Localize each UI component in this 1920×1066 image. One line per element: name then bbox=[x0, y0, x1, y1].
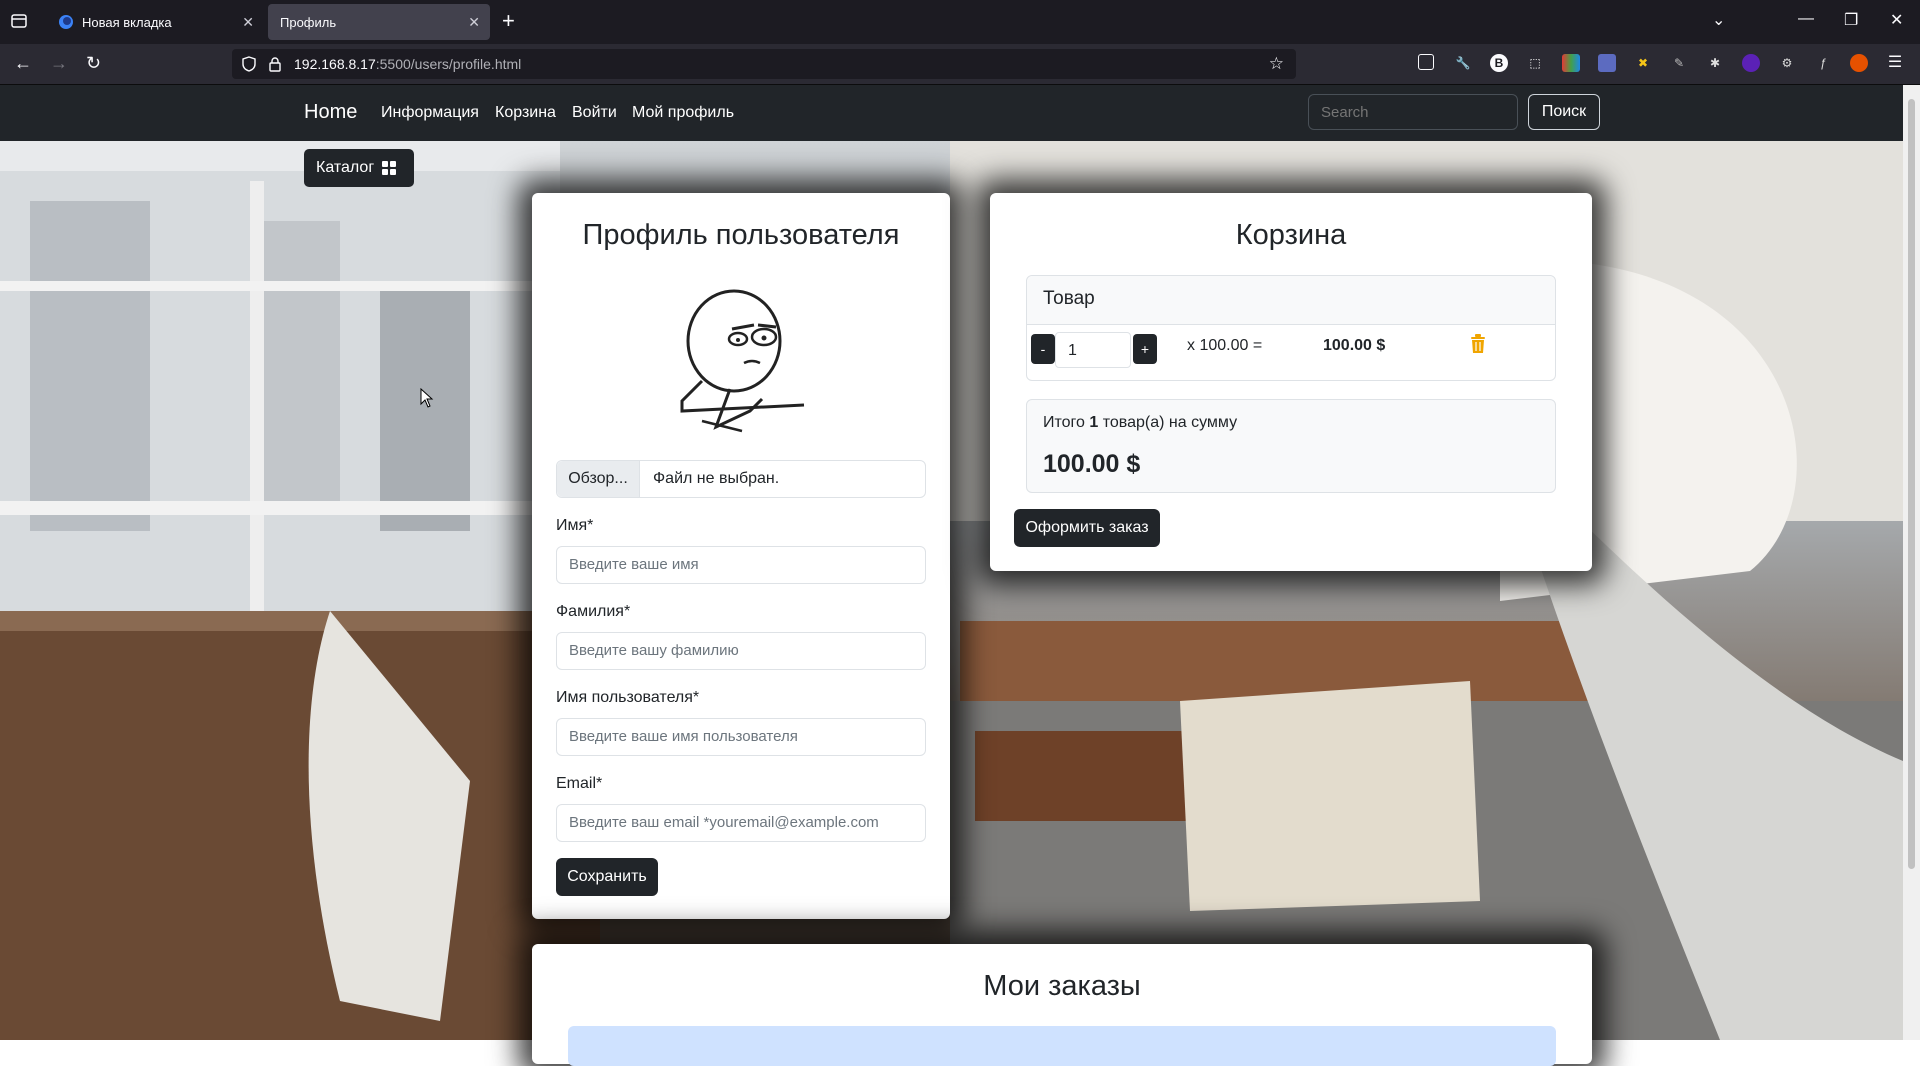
line-total: 100.00 $ bbox=[1323, 337, 1386, 354]
last-name-input[interactable]: Введите вашу фамилию bbox=[556, 632, 926, 670]
cross-tools-icon[interactable]: ✖ bbox=[1634, 54, 1652, 72]
cart-title: Корзина bbox=[1235, 219, 1347, 251]
cart-list-header: Товар bbox=[1027, 276, 1555, 325]
chevron-down-icon[interactable]: ⌄ bbox=[1712, 10, 1725, 30]
list-all-tabs-icon[interactable] bbox=[10, 12, 28, 35]
forward-icon[interactable]: → bbox=[50, 53, 68, 74]
catalog-button[interactable]: Каталог bbox=[304, 149, 414, 187]
new-tab-icon[interactable]: + bbox=[502, 8, 515, 34]
mouse-cursor-icon bbox=[420, 388, 434, 408]
tab-profile[interactable]: Профиль ✕ bbox=[268, 4, 490, 40]
nav-link-cart[interactable]: Корзина bbox=[495, 104, 556, 122]
search-button[interactable]: Поиск bbox=[1528, 94, 1600, 130]
username-label: Имя пользователя* bbox=[556, 689, 700, 706]
shield-icon[interactable] bbox=[242, 56, 256, 75]
search-input[interactable] bbox=[1308, 94, 1518, 130]
total-summary: Итого 1 товар(а) на сумму bbox=[1043, 414, 1238, 431]
office-background-image bbox=[0, 141, 1903, 1040]
pen-icon[interactable]: ✎ bbox=[1670, 54, 1688, 72]
reload-icon[interactable]: ↻ bbox=[86, 53, 101, 74]
orders-card: Мои заказы bbox=[532, 944, 1592, 1066]
cart-card: Корзина Товар - 1 + x 100.00 = 100.00 $ … bbox=[990, 193, 1592, 571]
avatar-file-input[interactable]: Обзор... Файл не выбран. bbox=[556, 460, 926, 498]
trash-icon[interactable] bbox=[1469, 334, 1487, 354]
browser-tab-bar: Новая вкладка ✕ Профиль ✕ + ⌄ — ❐ ✕ bbox=[0, 0, 1920, 44]
grid-icon bbox=[382, 161, 396, 175]
first-name-label: Имя* bbox=[556, 517, 594, 534]
close-window-icon[interactable]: ✕ bbox=[1890, 10, 1903, 30]
last-name-label: Фамилия* bbox=[556, 603, 631, 620]
total-count: 1 bbox=[1089, 414, 1099, 431]
browse-button[interactable]: Обзор... bbox=[557, 461, 640, 497]
brand-home-link[interactable]: Home bbox=[304, 101, 357, 124]
function-icon[interactable]: ƒ bbox=[1814, 54, 1832, 72]
quantity-input[interactable]: 1 bbox=[1055, 332, 1131, 368]
orders-alert bbox=[568, 1026, 1556, 1066]
firefox-icon bbox=[59, 15, 73, 29]
page-scrollbar[interactable] bbox=[1903, 85, 1920, 1040]
quantity-minus-button[interactable]: - bbox=[1031, 334, 1055, 364]
extensions-icon[interactable]: ⬚ bbox=[1526, 54, 1544, 72]
profile-card: Профиль пользователя Обзор... Файл не вы… bbox=[532, 193, 950, 919]
b-extension-icon[interactable]: B bbox=[1490, 54, 1508, 72]
cart-header-label: Товар bbox=[1043, 288, 1095, 309]
unit-price: x 100.00 = bbox=[1187, 337, 1263, 354]
tab-new-tab[interactable]: Новая вкладка ✕ bbox=[48, 4, 264, 40]
lock-icon[interactable] bbox=[268, 56, 282, 75]
first-name-input[interactable]: Введите ваше имя bbox=[556, 546, 926, 584]
tab-title: Новая вкладка bbox=[82, 14, 172, 30]
url-text: 192.168.8.17:5500/users/profile.html bbox=[294, 56, 522, 72]
tab-title: Профиль bbox=[280, 14, 337, 30]
nav-link-login[interactable]: Войти bbox=[572, 104, 617, 122]
url-bar[interactable]: 192.168.8.17:5500/users/profile.html ☆ bbox=[232, 49, 1296, 79]
save-button[interactable]: Сохранить bbox=[556, 858, 658, 896]
nav-link-info[interactable]: Информация bbox=[381, 104, 479, 122]
avatar bbox=[680, 289, 805, 433]
profile-extension-icon[interactable] bbox=[1850, 54, 1868, 72]
browser-toolbar: ← → ↻ 192.168.8.17:5500/users/profile.ht… bbox=[0, 44, 1920, 85]
cart-item-list: Товар - 1 + x 100.00 = 100.00 $ bbox=[1026, 275, 1556, 381]
bug-icon[interactable]: ✱ bbox=[1706, 54, 1724, 72]
pocket-icon[interactable] bbox=[1418, 54, 1434, 70]
wrench-icon[interactable]: 🔧 bbox=[1454, 54, 1472, 72]
total-sum: 100.00 $ bbox=[1043, 450, 1141, 478]
screen-extension-icon[interactable] bbox=[1598, 54, 1616, 72]
cart-total-box: Итого 1 товар(а) на сумму 100.00 $ bbox=[1026, 399, 1556, 493]
menu-icon[interactable]: ☰ bbox=[1886, 54, 1904, 72]
place-order-button[interactable]: Оформить заказ bbox=[1014, 509, 1160, 547]
site-navbar: Home Информация Корзина Войти Мой профил… bbox=[0, 85, 1903, 141]
minimize-icon[interactable]: — bbox=[1798, 10, 1814, 28]
file-status: Файл не выбран. bbox=[653, 470, 780, 487]
purple-extension-icon[interactable] bbox=[1742, 54, 1760, 72]
email-input[interactable]: Введите ваш email *youremail@example.com bbox=[556, 804, 926, 842]
restore-icon[interactable]: ❐ bbox=[1844, 10, 1858, 30]
nav-link-profile[interactable]: Мой профиль bbox=[632, 104, 734, 122]
gear-icon[interactable]: ⚙ bbox=[1778, 54, 1796, 72]
close-icon[interactable]: ✕ bbox=[242, 14, 254, 31]
quantity-plus-button[interactable]: + bbox=[1133, 334, 1157, 364]
email-label: Email* bbox=[556, 775, 603, 792]
catalog-label: Каталог bbox=[316, 159, 375, 176]
back-icon[interactable]: ← bbox=[14, 53, 32, 74]
close-icon[interactable]: ✕ bbox=[468, 14, 480, 31]
username-input[interactable]: Введите ваше имя пользователя bbox=[556, 718, 926, 756]
bookmark-star-icon[interactable]: ☆ bbox=[1269, 54, 1284, 74]
color-extension-icon[interactable] bbox=[1562, 54, 1580, 72]
orders-title: Мои заказы bbox=[983, 970, 1141, 1002]
scrollbar-thumb[interactable] bbox=[1908, 99, 1915, 869]
profile-title: Профиль пользователя bbox=[582, 219, 900, 251]
